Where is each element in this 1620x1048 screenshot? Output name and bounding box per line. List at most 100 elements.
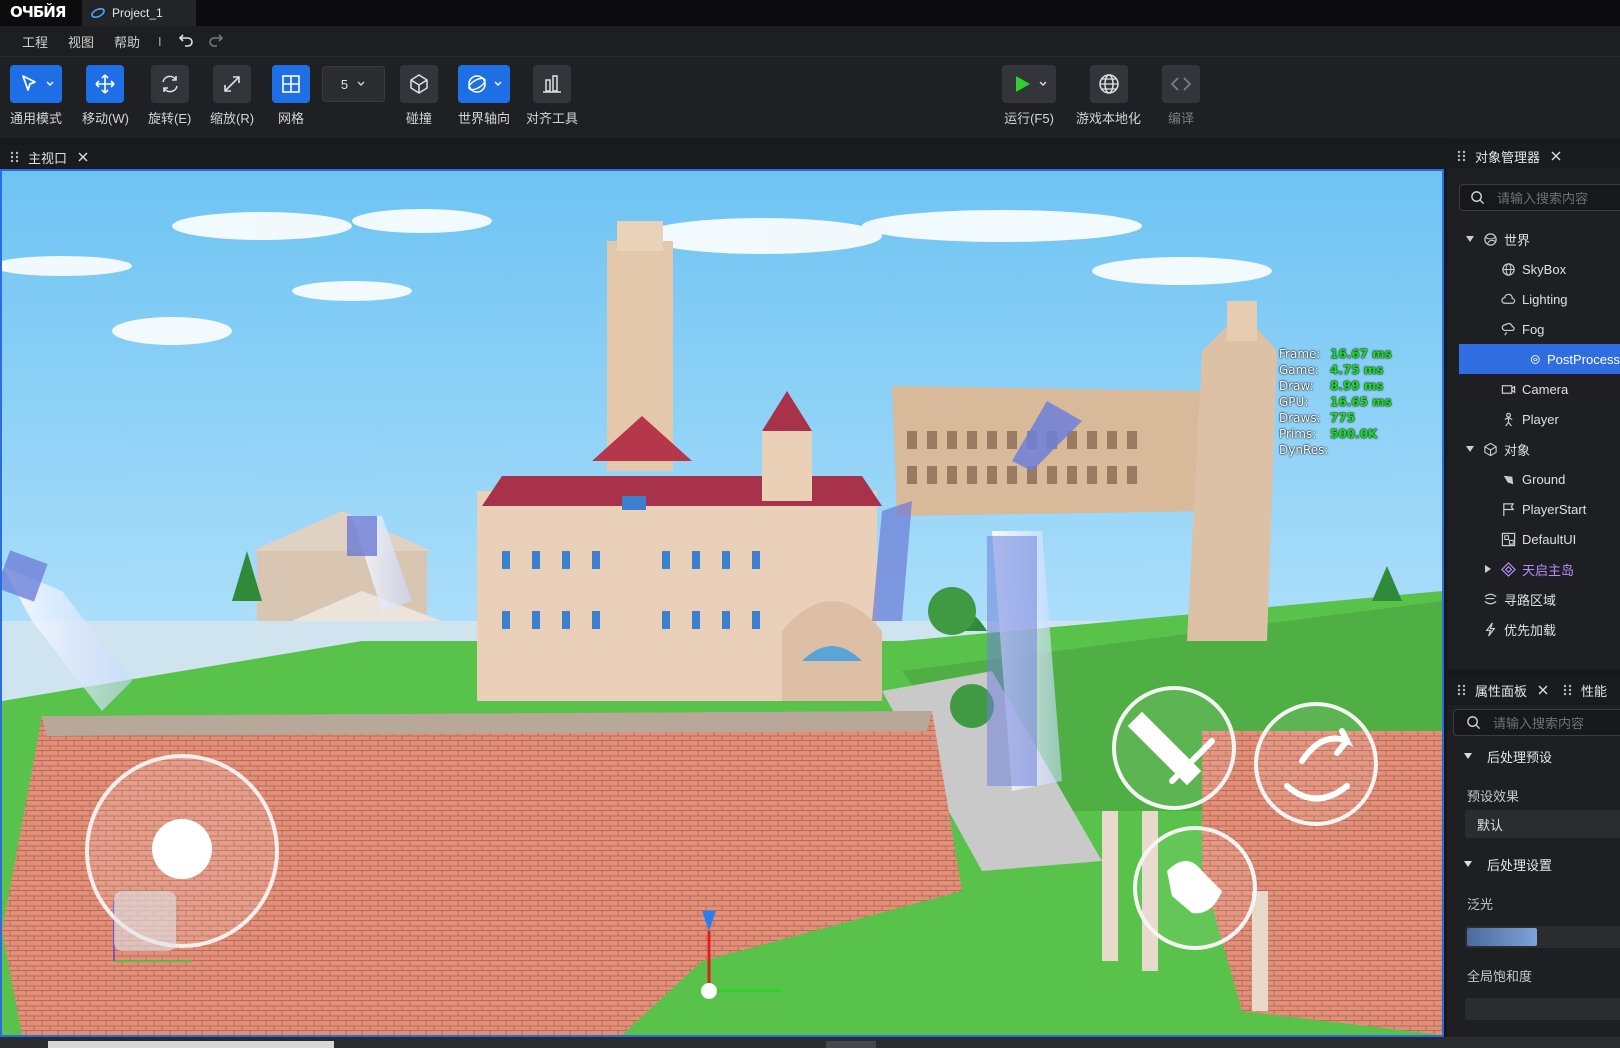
align-label: 对齐工具	[526, 111, 579, 126]
caret-down-icon[interactable]	[1465, 234, 1475, 244]
menu-help[interactable]: 帮助	[114, 32, 140, 51]
rotate-tool[interactable]: 旋转(E)	[148, 65, 191, 127]
ground-icon	[1503, 475, 1514, 484]
general-mode-tool[interactable]: 通用模式	[10, 65, 62, 127]
tree-node-defaultui[interactable]: DefaultUI	[1447, 524, 1620, 554]
chevron-down-icon	[494, 81, 502, 86]
world-axis-tool[interactable]: 世界轴向	[458, 65, 510, 127]
property-panel-tab-label[interactable]: 属性面板	[1475, 681, 1527, 700]
move-button[interactable]	[86, 65, 125, 103]
bottom-strip	[0, 1037, 1620, 1048]
stat-row: Prims: 500.0K	[1279, 427, 1378, 441]
menu-separator: I	[158, 33, 162, 49]
tree-node-lighting[interactable]: Lighting	[1447, 284, 1620, 314]
tree-node-player[interactable]: Player	[1447, 404, 1620, 434]
drag-grip-icon[interactable]	[1457, 684, 1467, 696]
tree-node-priority-load[interactable]: 优先加载	[1447, 614, 1620, 644]
main-viewport[interactable]: Frame: 16.67 ms Game: 4.75 ms Draw: 8.99 ms…	[0, 169, 1444, 1037]
search-placeholder: 请输入搜索内容	[1497, 191, 1589, 206]
object-search-input[interactable]: 请输入搜索内容	[1459, 184, 1620, 211]
undo-icon[interactable]	[176, 32, 194, 50]
tree-node-skybox[interactable]: SkyBox	[1447, 254, 1620, 284]
localize-tool[interactable]: 游戏本地化	[1076, 65, 1141, 127]
redo-icon[interactable]	[208, 32, 226, 50]
rotate-icon	[161, 75, 178, 93]
world-axis-button[interactable]	[458, 65, 510, 103]
align-button[interactable]	[533, 65, 571, 103]
stat-row: Frame: 16.67 ms	[1279, 347, 1392, 361]
preset-effect-select[interactable]: 默认	[1465, 810, 1620, 838]
close-icon[interactable]	[1537, 684, 1549, 696]
bloom-label: 泛光	[1467, 897, 1494, 912]
drag-grip-icon[interactable]	[10, 151, 20, 163]
grid-icon	[282, 75, 300, 93]
align-icon	[543, 75, 561, 93]
move-tool[interactable]: 移动(W)	[82, 65, 129, 127]
preset-effect-label: 预设效果	[1467, 789, 1520, 804]
collision-icon	[410, 74, 428, 94]
general-mode-button[interactable]	[10, 65, 62, 103]
grid-button[interactable]	[272, 65, 310, 103]
property-panel: 请输入搜索内容 后处理预设 预设效果 默认 后处理设置 泛光 全局饱和度	[1447, 705, 1620, 1037]
rotate-button[interactable]	[150, 65, 189, 103]
caret-right-icon[interactable]	[1483, 564, 1493, 574]
world-icon	[1484, 232, 1497, 246]
scale-button[interactable]	[213, 65, 252, 103]
chevron-down-icon	[1039, 81, 1047, 86]
performance-tab-label[interactable]: 性能	[1581, 681, 1607, 700]
rotate-label: 旋转(E)	[148, 111, 192, 126]
close-icon[interactable]	[77, 151, 89, 163]
move-label: 移动(W)	[82, 111, 129, 126]
run-button[interactable]	[1002, 65, 1056, 103]
menu-view[interactable]: 视图	[68, 32, 94, 51]
world-axis-icon	[468, 75, 486, 93]
drag-grip-icon[interactable]	[1563, 684, 1573, 696]
prefab-icon	[1501, 561, 1516, 577]
object-manager-tab-bar: 对象管理器	[1447, 143, 1620, 169]
collision-label: 碰撞	[405, 111, 432, 126]
caret-down-icon[interactable]	[1465, 444, 1475, 454]
play-icon	[1016, 76, 1030, 92]
object-manager-tab-label[interactable]: 对象管理器	[1475, 147, 1540, 166]
menu-project[interactable]: 工程	[22, 32, 48, 51]
tree-node-objects[interactable]: 对象	[1447, 434, 1620, 464]
caret-down-icon	[1464, 861, 1472, 867]
saturation-slider[interactable]	[1465, 998, 1620, 1020]
grid-tool[interactable]: 网格	[272, 65, 310, 127]
stat-row: Game: 4.75 ms	[1279, 363, 1384, 377]
collision-button[interactable]	[400, 65, 438, 103]
section-postprocess-preset[interactable]: 后处理预设	[1447, 741, 1620, 771]
stat-row: GPU: 16.65 ms	[1279, 395, 1392, 409]
saturation-label: 全局饱和度	[1467, 969, 1533, 984]
cube-icon	[1484, 442, 1497, 456]
scale-label: 缩放(R)	[210, 111, 255, 126]
scale-tool[interactable]: 缩放(R)	[210, 65, 254, 127]
tree-node-navmesh[interactable]: 寻路区域	[1447, 584, 1620, 614]
compile-tool[interactable]: 编译	[1162, 65, 1200, 127]
viewport-tab-bar: 主视口	[0, 145, 1447, 169]
drag-grip-icon[interactable]	[1457, 150, 1467, 162]
localize-button[interactable]	[1089, 65, 1128, 103]
run-tool[interactable]: 运行(F5)	[1002, 65, 1056, 127]
align-tool[interactable]: 对齐工具	[526, 65, 578, 127]
tree-node-fog[interactable]: Fog	[1447, 314, 1620, 344]
grid-size-select[interactable]: 5	[322, 66, 385, 102]
bloom-slider[interactable]	[1465, 926, 1620, 948]
tree-node-playerstart[interactable]: PlayerStart	[1447, 494, 1620, 524]
section-postprocess-settings[interactable]: 后处理设置	[1447, 849, 1620, 879]
compile-button[interactable]	[1162, 65, 1200, 103]
close-icon[interactable]	[1550, 150, 1562, 162]
tree-node-camera[interactable]: Camera	[1447, 374, 1620, 404]
tree-node-postprocess[interactable]: PostProcess	[1459, 344, 1620, 374]
project-tab[interactable]: Project_1	[82, 0, 196, 26]
property-search-input[interactable]: 请输入搜索内容	[1453, 709, 1620, 736]
tree-node-main-island[interactable]: 天启主岛	[1447, 554, 1620, 584]
world-axis-label: 世界轴向	[458, 111, 511, 126]
viewport-tab-label[interactable]: 主视口	[28, 148, 67, 167]
run-label: 运行(F5)	[1004, 111, 1054, 126]
tree-node-world[interactable]: 世界	[1447, 224, 1620, 254]
collision-tool[interactable]: 碰撞	[400, 65, 438, 127]
scene-render[interactable]	[2, 171, 1442, 1035]
taskbar-segment	[826, 1041, 876, 1048]
tree-node-ground[interactable]: Ground	[1447, 464, 1620, 494]
